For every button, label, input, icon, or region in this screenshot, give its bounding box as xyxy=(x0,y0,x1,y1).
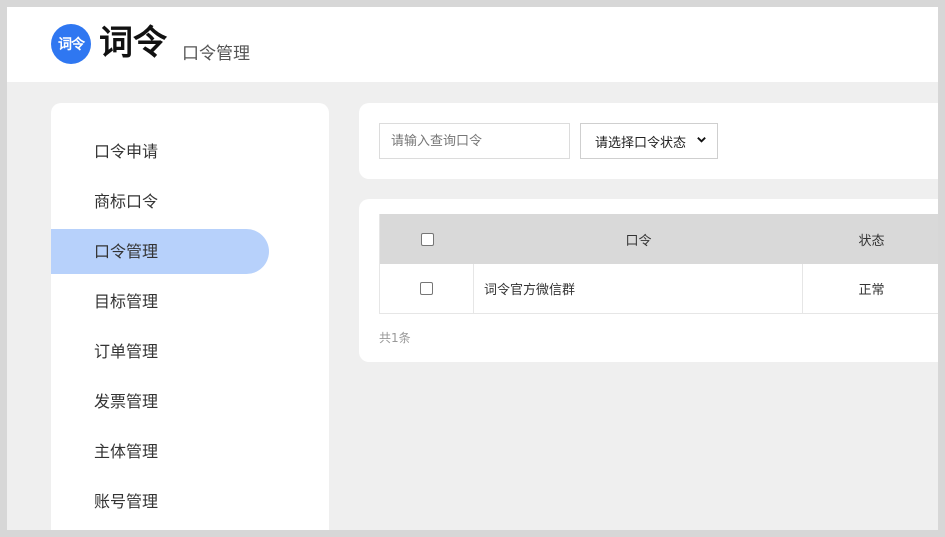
token-name-cell: 词令官方微信群 xyxy=(474,264,803,313)
column-header-token: 口令 xyxy=(625,233,652,249)
sidebar-item-label: 口令申请 xyxy=(94,142,159,161)
status-select[interactable]: 请选择口令状态 xyxy=(580,123,718,159)
page-title: 口令管理 xyxy=(182,44,250,64)
sidebar-item-trademark-token[interactable]: 商标口令 xyxy=(51,179,269,224)
search-input[interactable] xyxy=(379,123,570,159)
app-frame: 词令 词令 口令管理 口令申请 商标口令 口令管理 目标管理 订单管理 发票管理… xyxy=(7,7,938,530)
chevron-down-icon xyxy=(696,134,707,148)
total-count: 共1条 xyxy=(379,331,411,345)
sidebar-item-label: 账号管理 xyxy=(94,492,159,511)
header: 词令 词令 口令管理 xyxy=(7,7,938,82)
table-panel: 口令 状态 词令官方微信群 正常 共1条 xyxy=(359,199,938,362)
filter-panel: 请选择口令状态 xyxy=(359,103,938,179)
sidebar-item-label: 商标口令 xyxy=(94,192,159,211)
token-table: 口令 状态 词令官方微信群 正常 xyxy=(379,214,938,314)
sidebar-item-label: 目标管理 xyxy=(94,292,159,311)
status-cell: 正常 xyxy=(858,283,885,298)
status-select-value: 请选择口令状态 xyxy=(595,135,687,151)
sidebar-item-label: 发票管理 xyxy=(94,392,159,411)
sidebar-item-label: 口令管理 xyxy=(94,242,159,261)
sidebar: 口令申请 商标口令 口令管理 目标管理 订单管理 发票管理 主体管理 账号管理 xyxy=(51,103,329,530)
sidebar-item-token-manage[interactable]: 口令管理 xyxy=(51,229,269,274)
sidebar-item-token-apply[interactable]: 口令申请 xyxy=(51,129,269,174)
row-checkbox[interactable] xyxy=(420,282,433,295)
sidebar-item-label: 订单管理 xyxy=(94,342,159,361)
sidebar-item-entity-manage[interactable]: 主体管理 xyxy=(51,429,269,474)
row-checkbox-cell xyxy=(380,264,474,313)
sidebar-item-order-manage[interactable]: 订单管理 xyxy=(51,329,269,374)
sidebar-item-label: 主体管理 xyxy=(94,442,159,461)
logo-icon[interactable]: 词令 xyxy=(51,24,91,64)
sidebar-item-account-manage[interactable]: 账号管理 xyxy=(51,479,269,524)
table-row: 词令官方微信群 正常 xyxy=(380,264,938,314)
sidebar-item-invoice-manage[interactable]: 发票管理 xyxy=(51,379,269,424)
column-header-status: 状态 xyxy=(858,233,885,249)
table-header: 口令 状态 xyxy=(380,214,938,264)
brand-title[interactable]: 词令 xyxy=(99,21,167,65)
sidebar-item-target-manage[interactable]: 目标管理 xyxy=(51,279,269,324)
header-checkbox-cell xyxy=(380,214,474,264)
select-all-checkbox[interactable] xyxy=(420,232,434,246)
